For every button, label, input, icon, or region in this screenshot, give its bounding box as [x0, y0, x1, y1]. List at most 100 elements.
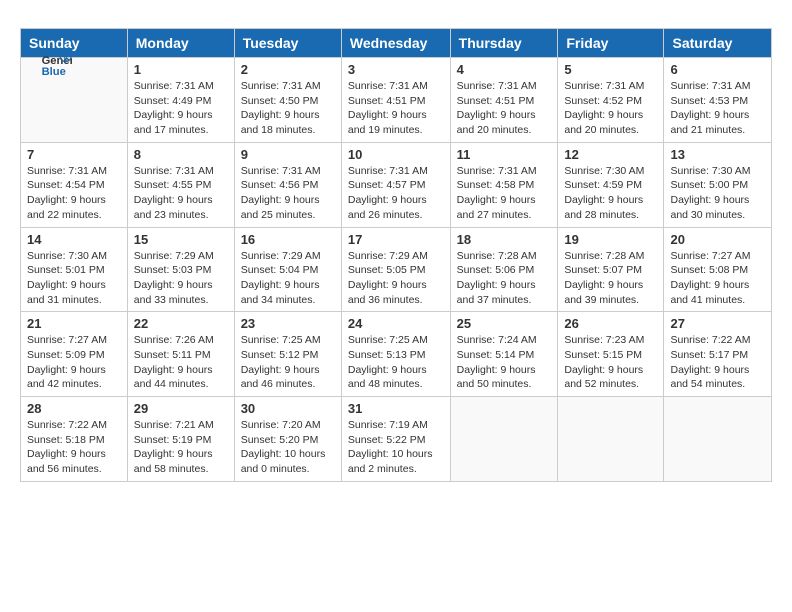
day-info: Sunrise: 7:26 AM Sunset: 5:11 PM Dayligh…: [134, 333, 228, 392]
calendar-day-cell: 3Sunrise: 7:31 AM Sunset: 4:51 PM Daylig…: [341, 58, 450, 143]
calendar-day-cell: 7 Sunrise: 7:31 AM Sunset: 4:54 PM Daylig…: [21, 142, 128, 227]
day-number: 17: [348, 232, 444, 247]
calendar-day-cell: 15 Sunrise: 7:29 AM Sunset: 5:03 PM Dayli…: [127, 227, 234, 312]
calendar-day-cell: 28 Sunrise: 7:22 AM Sunset: 5:18 PM Dayli…: [21, 397, 128, 482]
day-info: Sunrise: 7:22 AM Sunset: 5:18 PM Dayligh…: [27, 418, 121, 477]
day-number: 14: [27, 232, 121, 247]
day-number: 29: [134, 401, 228, 416]
day-info: Sunrise: 7:30 AM Sunset: 5:00 PM Dayligh…: [670, 164, 765, 223]
day-number: 10: [348, 147, 444, 162]
calendar-day-cell: 1 Sunrise: 7:31 AM Sunset: 4:49 PM Daylig…: [127, 58, 234, 143]
calendar-day-cell: 20Sunrise: 7:27 AM Sunset: 5:08 PM Dayli…: [664, 227, 772, 312]
calendar-day-cell: 30 Sunrise: 7:20 AM Sunset: 5:20 PM Dayli…: [234, 397, 341, 482]
calendar-day-cell: 11Sunrise: 7:31 AM Sunset: 4:58 PM Dayli…: [450, 142, 558, 227]
day-number: 3: [348, 62, 444, 77]
day-number: 23: [241, 316, 335, 331]
calendar-week-row: 1 Sunrise: 7:31 AM Sunset: 4:49 PM Daylig…: [21, 58, 772, 143]
day-info: Sunrise: 7:24 AM Sunset: 5:14 PM Dayligh…: [457, 333, 552, 392]
calendar-day-cell: [450, 397, 558, 482]
weekday-header: Monday: [127, 29, 234, 58]
day-info: Sunrise: 7:25 AM Sunset: 5:13 PM Dayligh…: [348, 333, 444, 392]
day-info: Sunrise: 7:21 AM Sunset: 5:19 PM Dayligh…: [134, 418, 228, 477]
day-info: Sunrise: 7:31 AM Sunset: 4:51 PM Dayligh…: [457, 79, 552, 138]
weekday-header: Saturday: [664, 29, 772, 58]
day-number: 22: [134, 316, 228, 331]
day-info: Sunrise: 7:30 AM Sunset: 4:59 PM Dayligh…: [564, 164, 657, 223]
day-info: Sunrise: 7:31 AM Sunset: 4:49 PM Dayligh…: [134, 79, 228, 138]
day-number: 24: [348, 316, 444, 331]
day-number: 7: [27, 147, 121, 162]
day-info: Sunrise: 7:29 AM Sunset: 5:03 PM Dayligh…: [134, 249, 228, 308]
calendar-week-row: 14 Sunrise: 7:30 AM Sunset: 5:01 PM Dayli…: [21, 227, 772, 312]
day-info: Sunrise: 7:19 AM Sunset: 5:22 PM Dayligh…: [348, 418, 444, 477]
weekday-header: Thursday: [450, 29, 558, 58]
day-number: 4: [457, 62, 552, 77]
calendar-week-row: 21 Sunrise: 7:27 AM Sunset: 5:09 PM Dayli…: [21, 312, 772, 397]
day-number: 6: [670, 62, 765, 77]
day-number: 18: [457, 232, 552, 247]
day-number: 16: [241, 232, 335, 247]
day-info: Sunrise: 7:29 AM Sunset: 5:04 PM Dayligh…: [241, 249, 335, 308]
calendar-day-cell: 24 Sunrise: 7:25 AM Sunset: 5:13 PM Dayli…: [341, 312, 450, 397]
day-number: 15: [134, 232, 228, 247]
day-number: 2: [241, 62, 335, 77]
weekday-header: Friday: [558, 29, 664, 58]
day-number: 27: [670, 316, 765, 331]
calendar-day-cell: 12 Sunrise: 7:30 AM Sunset: 4:59 PM Dayli…: [558, 142, 664, 227]
day-info: Sunrise: 7:31 AM Sunset: 4:53 PM Dayligh…: [670, 79, 765, 138]
day-info: Sunrise: 7:31 AM Sunset: 4:52 PM Dayligh…: [564, 79, 657, 138]
calendar-day-cell: 21 Sunrise: 7:27 AM Sunset: 5:09 PM Dayli…: [21, 312, 128, 397]
day-number: 26: [564, 316, 657, 331]
day-number: 25: [457, 316, 552, 331]
calendar-day-cell: 16 Sunrise: 7:29 AM Sunset: 5:04 PM Dayli…: [234, 227, 341, 312]
day-number: 9: [241, 147, 335, 162]
day-info: Sunrise: 7:31 AM Sunset: 4:54 PM Dayligh…: [27, 164, 121, 223]
day-number: 5: [564, 62, 657, 77]
day-info: Sunrise: 7:27 AM Sunset: 5:09 PM Dayligh…: [27, 333, 121, 392]
day-number: 11: [457, 147, 552, 162]
calendar-week-row: 28 Sunrise: 7:22 AM Sunset: 5:18 PM Dayli…: [21, 397, 772, 482]
calendar-day-cell: 9 Sunrise: 7:31 AM Sunset: 4:56 PM Daylig…: [234, 142, 341, 227]
calendar-day-cell: 2 Sunrise: 7:31 AM Sunset: 4:50 PM Daylig…: [234, 58, 341, 143]
day-info: Sunrise: 7:30 AM Sunset: 5:01 PM Dayligh…: [27, 249, 121, 308]
calendar-day-cell: 25 Sunrise: 7:24 AM Sunset: 5:14 PM Dayli…: [450, 312, 558, 397]
weekday-header: Wednesday: [341, 29, 450, 58]
calendar-day-cell: 13 Sunrise: 7:30 AM Sunset: 5:00 PM Dayli…: [664, 142, 772, 227]
logo: General Blue: [40, 48, 76, 80]
day-info: Sunrise: 7:31 AM Sunset: 4:55 PM Dayligh…: [134, 164, 228, 223]
day-number: 19: [564, 232, 657, 247]
calendar-day-cell: [664, 397, 772, 482]
day-info: Sunrise: 7:20 AM Sunset: 5:20 PM Dayligh…: [241, 418, 335, 477]
day-info: Sunrise: 7:31 AM Sunset: 4:56 PM Dayligh…: [241, 164, 335, 223]
svg-text:Blue: Blue: [42, 66, 66, 78]
calendar-day-cell: 18 Sunrise: 7:28 AM Sunset: 5:06 PM Dayli…: [450, 227, 558, 312]
day-number: 8: [134, 147, 228, 162]
calendar-day-cell: 14 Sunrise: 7:30 AM Sunset: 5:01 PM Dayli…: [21, 227, 128, 312]
calendar-day-cell: 8 Sunrise: 7:31 AM Sunset: 4:55 PM Daylig…: [127, 142, 234, 227]
calendar-day-cell: 27 Sunrise: 7:22 AM Sunset: 5:17 PM Dayli…: [664, 312, 772, 397]
calendar-day-cell: 19Sunrise: 7:28 AM Sunset: 5:07 PM Dayli…: [558, 227, 664, 312]
day-number: 28: [27, 401, 121, 416]
calendar-day-cell: 5 Sunrise: 7:31 AM Sunset: 4:52 PM Daylig…: [558, 58, 664, 143]
day-number: 20: [670, 232, 765, 247]
calendar-day-cell: 22 Sunrise: 7:26 AM Sunset: 5:11 PM Dayli…: [127, 312, 234, 397]
calendar-day-cell: 10 Sunrise: 7:31 AM Sunset: 4:57 PM Dayli…: [341, 142, 450, 227]
calendar-day-cell: 23Sunrise: 7:25 AM Sunset: 5:12 PM Dayli…: [234, 312, 341, 397]
day-number: 13: [670, 147, 765, 162]
calendar-day-cell: 4 Sunrise: 7:31 AM Sunset: 4:51 PM Daylig…: [450, 58, 558, 143]
day-info: Sunrise: 7:31 AM Sunset: 4:50 PM Dayligh…: [241, 79, 335, 138]
day-info: Sunrise: 7:31 AM Sunset: 4:57 PM Dayligh…: [348, 164, 444, 223]
weekday-header: Tuesday: [234, 29, 341, 58]
day-info: Sunrise: 7:22 AM Sunset: 5:17 PM Dayligh…: [670, 333, 765, 392]
day-number: 12: [564, 147, 657, 162]
day-number: 30: [241, 401, 335, 416]
day-number: 1: [134, 62, 228, 77]
calendar-day-cell: 26 Sunrise: 7:23 AM Sunset: 5:15 PM Dayli…: [558, 312, 664, 397]
day-number: 21: [27, 316, 121, 331]
day-info: Sunrise: 7:23 AM Sunset: 5:15 PM Dayligh…: [564, 333, 657, 392]
calendar-table: SundayMondayTuesdayWednesdayThursdayFrid…: [20, 28, 772, 482]
day-info: Sunrise: 7:28 AM Sunset: 5:06 PM Dayligh…: [457, 249, 552, 308]
calendar-day-cell: [558, 397, 664, 482]
calendar-day-cell: 6 Sunrise: 7:31 AM Sunset: 4:53 PM Daylig…: [664, 58, 772, 143]
calendar-week-row: 7 Sunrise: 7:31 AM Sunset: 4:54 PM Daylig…: [21, 142, 772, 227]
